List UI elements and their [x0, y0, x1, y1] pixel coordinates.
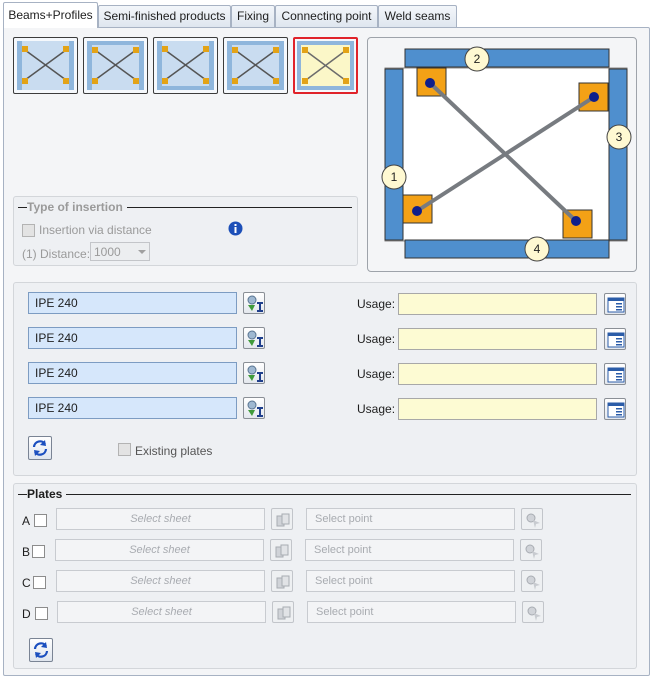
- callout-2: 2: [474, 52, 481, 66]
- profile-catalog-icon: [247, 365, 263, 382]
- usage-input-2[interactable]: [398, 328, 597, 350]
- distance-label: (1) Distance:: [22, 247, 91, 261]
- plate-b-sheet-input[interactable]: Select sheet: [55, 539, 264, 561]
- insertion-via-distance-checkbox[interactable]: [22, 224, 35, 237]
- plate-a-sheet-input[interactable]: Select sheet: [56, 508, 265, 530]
- variant-thumb-1[interactable]: [13, 37, 78, 94]
- plate-b-sheet-button[interactable]: [270, 539, 292, 561]
- usage-list-icon: [607, 332, 625, 348]
- plate-b-point-button[interactable]: [520, 539, 542, 561]
- plate-letter-a: A: [22, 514, 31, 528]
- profile-input-2[interactable]: IPE 240: [28, 327, 237, 349]
- profile-select-button-3[interactable]: [243, 362, 265, 384]
- tab-semi-finished-products[interactable]: Semi-finished products: [98, 5, 231, 27]
- usage-select-button-2[interactable]: [604, 328, 626, 350]
- usage-list-icon: [607, 297, 625, 313]
- plates-legend-line: [18, 494, 631, 495]
- usage-select-button-4[interactable]: [604, 398, 626, 420]
- insertion-title: Type of insertion: [27, 200, 127, 214]
- variant-thumb-4[interactable]: [223, 37, 288, 94]
- variant-2-icon: [87, 41, 144, 90]
- tab-beams-profiles[interactable]: Beams+Profiles: [3, 2, 98, 28]
- plate-d-sheet-input[interactable]: Select sheet: [57, 601, 266, 623]
- sheet-catalog-icon: [275, 544, 289, 558]
- plate-a-point-button[interactable]: [521, 508, 543, 530]
- usage-input-1[interactable]: [398, 293, 597, 315]
- callout-4: 4: [534, 242, 541, 256]
- point-pick-icon: [527, 606, 541, 621]
- profile-input-3[interactable]: IPE 240: [28, 362, 237, 384]
- profile-input-4[interactable]: IPE 240: [28, 397, 237, 419]
- plates-refresh-button[interactable]: [29, 638, 53, 662]
- plate-a-checkbox[interactable]: [34, 514, 47, 527]
- point-pick-icon: [526, 513, 540, 528]
- usage-label-4: Usage:: [357, 402, 396, 416]
- sheet-catalog-icon: [276, 513, 290, 527]
- info-icon[interactable]: [228, 221, 243, 239]
- variant-thumb-3[interactable]: [153, 37, 218, 94]
- usage-label-1: Usage:: [357, 297, 396, 311]
- usage-label-2: Usage:: [357, 332, 396, 346]
- chevron-down-icon: [138, 250, 146, 254]
- usage-input-4[interactable]: [398, 398, 597, 420]
- refresh-icon: [33, 642, 49, 658]
- plate-d-sheet-button[interactable]: [272, 601, 294, 623]
- plate-b-point-input[interactable]: Select point: [305, 539, 514, 561]
- profile-select-button-1[interactable]: [243, 292, 265, 314]
- insertion-via-distance-label: Insertion via distance: [39, 223, 152, 237]
- variant-4-icon: [227, 41, 284, 90]
- distance-select[interactable]: 1000: [90, 242, 150, 261]
- callout-3: 3: [616, 130, 623, 144]
- variant-thumb-5-selected[interactable]: [293, 37, 358, 94]
- plate-d-point-input[interactable]: Select point: [307, 601, 516, 623]
- preview-diagram: 1 2 3 4: [367, 37, 637, 272]
- plate-c-point-button[interactable]: [521, 570, 543, 592]
- plate-letter-d: D: [22, 607, 31, 621]
- profile-catalog-icon: [247, 295, 263, 312]
- usage-label-3: Usage:: [357, 367, 396, 381]
- sheet-catalog-icon: [276, 575, 290, 589]
- plate-c-sheet-input[interactable]: Select sheet: [56, 570, 265, 592]
- variant-thumb-2[interactable]: [83, 37, 148, 94]
- point-pick-icon: [526, 575, 540, 590]
- plate-a-sheet-button[interactable]: [271, 508, 293, 530]
- usage-list-icon: [607, 367, 625, 383]
- existing-plates-label: Existing plates: [135, 444, 213, 458]
- variant-5-icon: [297, 41, 354, 90]
- plate-d-checkbox[interactable]: [35, 607, 48, 620]
- plates-title: Plates: [27, 487, 67, 501]
- frame-diagram-image: 1 2 3 4: [381, 46, 632, 262]
- variant-1-icon: [17, 41, 74, 90]
- profiles-refresh-button[interactable]: [28, 436, 52, 460]
- plate-letter-c: C: [22, 576, 31, 590]
- usage-select-button-1[interactable]: [604, 293, 626, 315]
- variant-3-icon: [157, 41, 214, 90]
- distance-value: 1000: [94, 245, 121, 259]
- plate-c-checkbox[interactable]: [33, 576, 46, 589]
- tab-connecting-point[interactable]: Connecting point: [275, 5, 378, 27]
- profile-catalog-icon: [247, 400, 263, 417]
- plate-c-point-input[interactable]: Select point: [306, 570, 515, 592]
- profile-input-1[interactable]: IPE 240: [28, 292, 237, 314]
- plate-c-sheet-button[interactable]: [271, 570, 293, 592]
- usage-list-icon: [607, 402, 625, 418]
- callout-1: 1: [391, 170, 398, 184]
- usage-input-3[interactable]: [398, 363, 597, 385]
- profile-select-button-4[interactable]: [243, 397, 265, 419]
- sheet-catalog-icon: [277, 606, 291, 620]
- plate-a-point-input[interactable]: Select point: [306, 508, 515, 530]
- point-pick-icon: [525, 544, 539, 559]
- profile-catalog-icon: [247, 330, 263, 347]
- plate-b-checkbox[interactable]: [32, 545, 45, 558]
- tab-fixing[interactable]: Fixing: [231, 5, 275, 27]
- existing-plates-checkbox[interactable]: [118, 443, 131, 456]
- usage-select-button-3[interactable]: [604, 363, 626, 385]
- tab-weld-seams[interactable]: Weld seams: [378, 5, 457, 27]
- profile-select-button-2[interactable]: [243, 327, 265, 349]
- plate-d-point-button[interactable]: [522, 601, 544, 623]
- refresh-icon: [32, 440, 48, 456]
- plate-letter-b: B: [22, 545, 31, 559]
